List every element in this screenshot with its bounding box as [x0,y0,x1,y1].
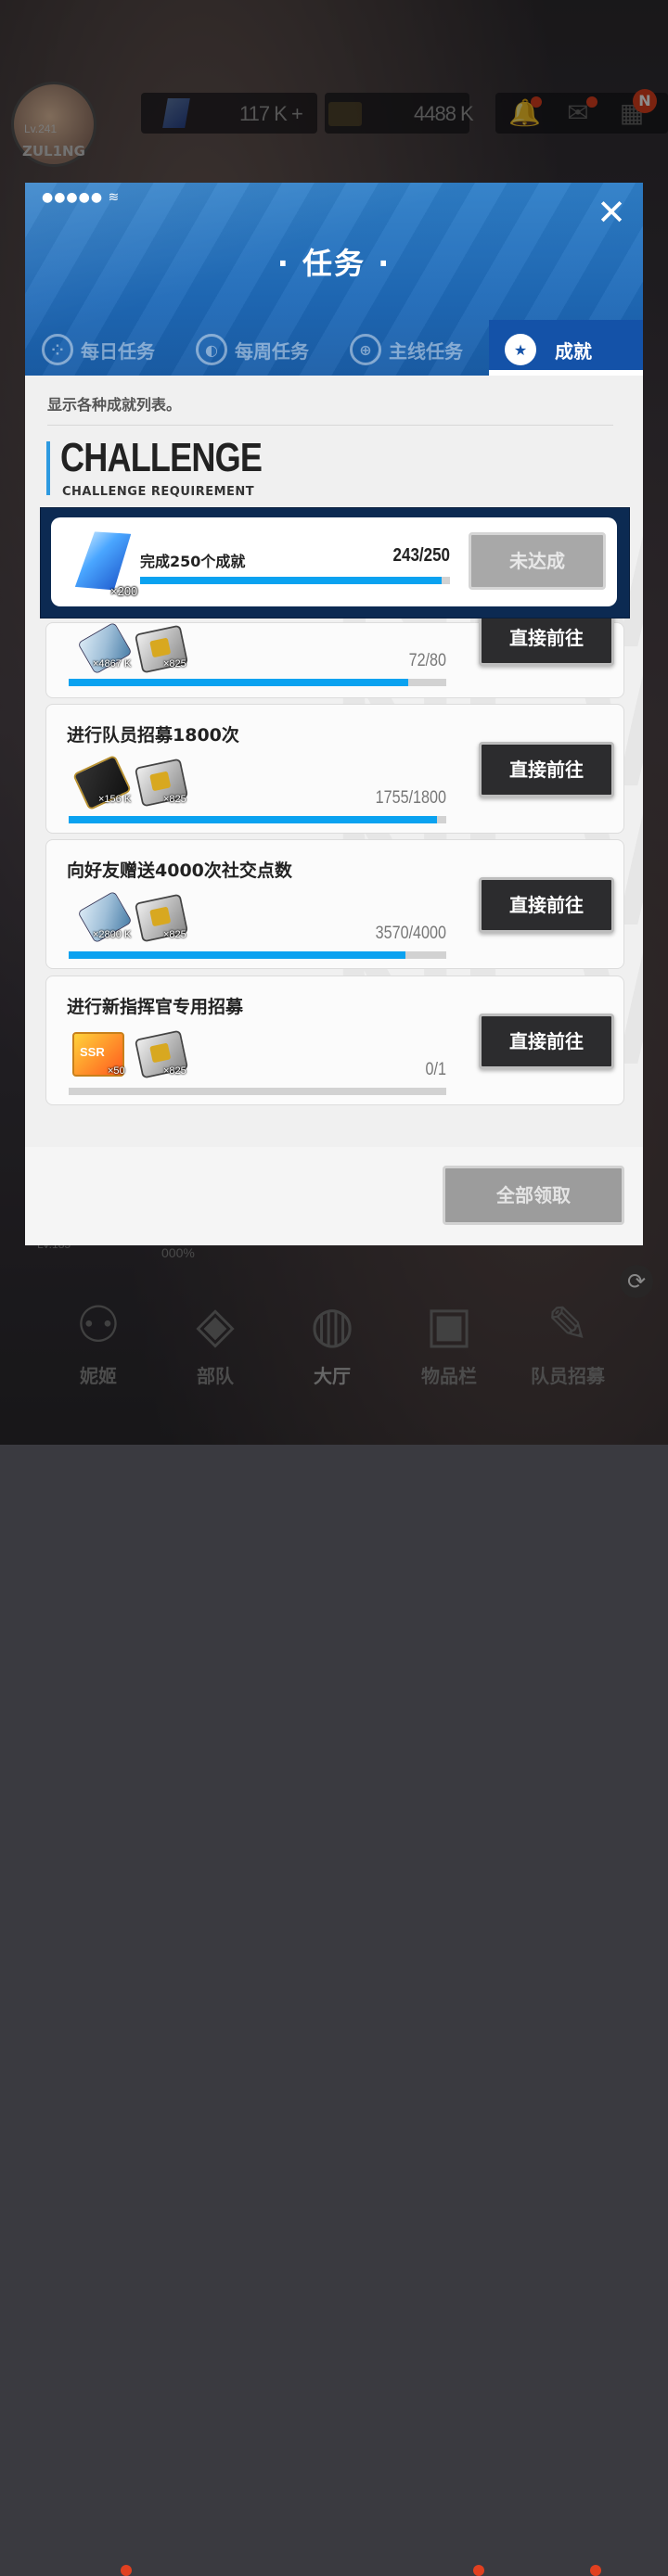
progress-bar [69,679,446,686]
challenge-subtitle: CHALLENGE REQUIREMENT [62,485,255,499]
divider [47,425,613,426]
globe-icon: ⊕ [350,334,381,365]
modal-title: · 任务 · [276,246,392,281]
weekly-icon: ◐ [196,334,227,365]
progress-fill [69,679,409,686]
achievement-card: 进行队员招募1800次 ×156 K ×825 1755/1800 直接前往 [45,704,624,834]
go-button[interactable]: 直接前往 [479,1014,614,1069]
go-button[interactable]: 直接前往 [479,877,614,933]
notification-dot [121,2565,132,2576]
claim-all-button[interactable]: 全部领取 [443,1166,624,1225]
go-button[interactable]: 直接前往 [479,610,614,666]
notification-dot [473,2565,484,2576]
tab-weekly[interactable]: ◐ 每周任务 [196,329,309,370]
challenge-progress-bar [140,577,450,584]
achievement-card: 进行新指挥官专用招募 ×50 ×825 0/1 直接前往 [45,976,624,1105]
status-bar: ●●●●● ≋ [42,190,121,205]
achievement-card: 向好友赠送4000次社交点数 ×2800 K ×825 3570/4000 直接… [45,839,624,969]
achievement-card: ×4867 K ×825 72/80 直接前往 [45,610,624,698]
tab-main[interactable]: ⊕ 主线任务 [350,329,463,370]
mission-modal: ●●●●● ≋ ✕ · 任务 · ⁘ 每日任务 ◐ 每周任务 ⊕ 主线任务 ★ … [25,183,643,1245]
challenge-progress-count: 243/250 [392,545,450,566]
challenge-title: CHALLENGE [60,435,263,480]
tab-achievements[interactable]: ★ 成就 [505,329,592,370]
wifi-icon: ≋ [108,190,121,205]
achievement-title: 向好友赠送4000次社交点数 [67,861,292,881]
go-button[interactable]: 直接前往 [479,742,614,797]
progress-fill [140,577,442,584]
tab-description: 显示各种成就列表。 [47,396,182,414]
progress-count: 3570/4000 [375,924,446,943]
progress-fill [69,816,437,823]
reward-qty: ×200 [110,584,138,598]
modal-footer: 全部领取 [25,1147,643,1245]
challenge-card: ×200 完成250个成就 243/250 未达成 [51,517,617,606]
challenge-task-title: 完成250个成就 [140,553,246,570]
not-achieved-button: 未达成 [469,532,606,590]
modal-header: ●●●●● ≋ ✕ · 任务 · ⁘ 每日任务 ◐ 每周任务 ⊕ 主线任务 ★ … [25,183,643,376]
progress-count: 1755/1800 [375,788,446,808]
refresh-icon[interactable]: ⟳ [620,1265,653,1298]
active-tab-indicator [489,370,643,376]
daily-icon: ⁘ [42,334,73,365]
progress-bar [69,816,446,823]
progress-count: 0/1 [425,1060,446,1079]
progress-count: 72/80 [408,651,446,670]
challenge-accent [46,441,50,495]
challenge-card-frame: ×200 完成250个成就 243/250 未达成 [40,507,630,618]
tab-daily[interactable]: ⁘ 每日任务 [42,329,155,370]
achievement-title: 进行队员招募1800次 [67,725,239,746]
star-icon: ★ [505,334,536,365]
progress-bar [69,1088,446,1095]
achievement-title: 进行新指挥官专用招募 [67,997,244,1017]
close-icon[interactable]: ✕ [593,194,630,231]
progress-fill [69,951,406,959]
progress-bar [69,951,446,959]
notification-dot [590,2565,601,2576]
